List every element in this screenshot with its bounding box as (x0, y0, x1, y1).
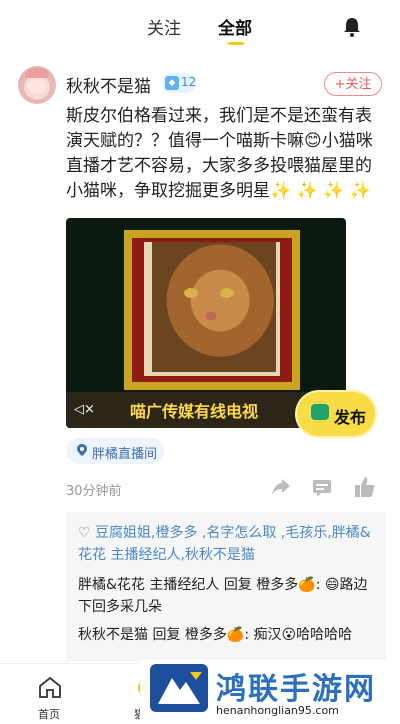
level-badge: ◆ 12 (162, 73, 196, 93)
watermark: 鸿联手游网 henanhonglian95.com (140, 660, 400, 723)
follow-button[interactable]: +关注 (324, 72, 382, 96)
location-tag[interactable]: 胖橘直播间 (66, 438, 164, 464)
post-time: 30分钟前 (66, 484, 122, 499)
cat-eye-left (184, 288, 198, 298)
cat-nose (206, 312, 216, 320)
tab-all[interactable]: 全部 (218, 14, 252, 39)
watermark-logo-icon (150, 664, 208, 712)
watermark-title: 鸿联手游网 (216, 672, 376, 707)
notification-bell-icon[interactable] (342, 16, 362, 38)
top-navigation: 关注 全部 (0, 0, 400, 58)
mute-icon[interactable]: ◁× (74, 402, 95, 417)
avatar-face (27, 78, 47, 94)
home-icon[interactable] (38, 676, 62, 698)
post-header: 秋秋不是猫 ◆ 12 +关注 (0, 62, 400, 104)
publish-label: 发布 (334, 408, 367, 427)
likes-list[interactable]: ♡ 豆腐姐姐,橙多多 ,名字怎么取 ,毛孩乐,胖橘&花花 主播经纪人,秋秋不是猫 (78, 522, 376, 566)
location-pin-icon (77, 444, 87, 456)
camera-icon (311, 404, 329, 420)
avatar-hat (25, 68, 49, 78)
comments-section: ♡ 豆腐姐姐,橙多多 ,名字怎么取 ,毛孩乐,胖橘&花花 主播经纪人,秋秋不是猫… (66, 512, 386, 662)
location-label: 胖橘直播间 (92, 447, 158, 462)
cat-eye-right (220, 288, 234, 298)
publish-button[interactable]: 发布 (297, 392, 375, 436)
like-icon[interactable] (354, 476, 376, 498)
watermark-url: henanhonglian95.com (216, 704, 339, 717)
level-number: 12 (181, 75, 197, 89)
share-icon[interactable] (270, 476, 292, 498)
tab-follow[interactable]: 关注 (147, 14, 181, 39)
username[interactable]: 秋秋不是猫 (66, 72, 151, 97)
nav-home-label[interactable]: 首页 (38, 706, 60, 722)
video-caption: 喵广传媒有线电视 (130, 402, 259, 421)
post-text: 斯皮尔伯格看过来，我们是不是还蛮有表演天赋的？？值得一个喵斯卡嘛😊小猫咪直播才艺… (66, 106, 373, 201)
level-icon: ◆ (165, 76, 179, 90)
avatar[interactable] (18, 66, 56, 104)
cat-photo (152, 242, 276, 372)
comment-item[interactable]: 胖橘&花花 主播经纪人 回复 橙多多🍊: 😄路边下回多采几朵 (78, 574, 378, 618)
tab-active-indicator (228, 42, 244, 45)
comment-icon[interactable] (312, 478, 332, 498)
comment-item[interactable]: 秋秋不是猫 回复 橙多多🍊: 痴汉😮哈哈哈哈 (78, 624, 378, 646)
